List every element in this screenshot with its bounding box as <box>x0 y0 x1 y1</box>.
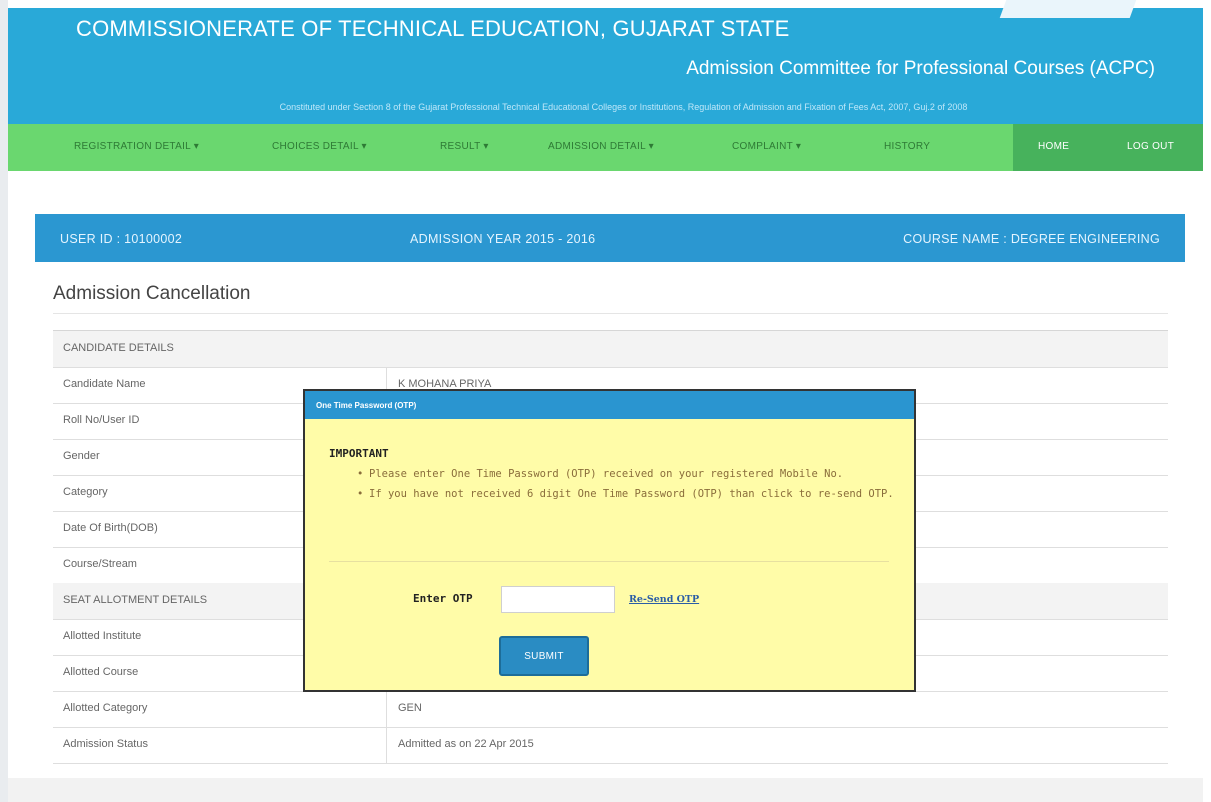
section-label: CANDIDATE DETAILS <box>63 342 174 354</box>
row-value: Admitted as on 22 Apr 2015 <box>398 738 534 750</box>
page-bottom-area <box>8 778 1203 802</box>
nav-history[interactable]: HISTORY <box>884 141 930 152</box>
site-subtitle: Admission Committee for Professional Cou… <box>686 58 1155 79</box>
row-label: Candidate Name <box>63 378 146 390</box>
row-label: Category <box>63 486 108 498</box>
page-left-edge <box>0 0 8 802</box>
row-label: Gender <box>63 450 100 462</box>
submit-button[interactable]: SUBMIT <box>499 636 589 676</box>
user-id: USER ID : 10100002 <box>60 232 183 246</box>
title-divider <box>53 313 1168 314</box>
dialog-title: One Time Password (OTP) <box>316 401 417 410</box>
nav-admission-detail[interactable]: ADMISSION DETAIL ▾ <box>548 141 654 152</box>
resend-otp-link[interactable]: Re-Send OTP <box>629 594 699 605</box>
details-table: CANDIDATE DETAILS Candidate Name K MOHAN… <box>53 330 1168 764</box>
act-description: Constituted under Section 8 of the Gujar… <box>279 102 968 112</box>
important-heading: IMPORTANT <box>329 447 389 460</box>
section-label: SEAT ALLOTMENT DETAILS <box>63 594 208 606</box>
dialog-divider <box>329 561 889 562</box>
site-title: COMMISSIONERATE OF TECHNICAL EDUCATION, … <box>76 16 790 41</box>
nav-right-group: HOME LOG OUT <box>1013 124 1203 171</box>
otp-dialog: One Time Password (OTP) IMPORTANT Please… <box>303 389 916 692</box>
table-row: Admission Status Admitted as on 22 Apr 2… <box>53 727 1168 764</box>
row-label: Allotted Institute <box>63 630 142 642</box>
nav-choices-detail[interactable]: CHOICES DETAIL ▾ <box>272 141 367 152</box>
nav-result[interactable]: RESULT ▾ <box>440 141 489 152</box>
otp-input[interactable] <box>501 586 615 613</box>
section-candidate-details: CANDIDATE DETAILS <box>53 331 1168 368</box>
nav-logout[interactable]: LOG OUT <box>1127 141 1174 152</box>
user-info-bar: USER ID : 10100002 ADMISSION YEAR 2015 -… <box>35 214 1185 262</box>
page-title: Admission Cancellation <box>53 283 251 304</box>
instruction-item: If you have not received 6 digit One Tim… <box>357 485 909 504</box>
dialog-header: One Time Password (OTP) <box>305 391 914 419</box>
main-nav: REGISTRATION DETAIL ▾ CHOICES DETAIL ▾ R… <box>8 124 1203 171</box>
site-header: COMMISSIONERATE OF TECHNICAL EDUCATION, … <box>8 0 1203 124</box>
row-label: Allotted Category <box>63 702 148 714</box>
admission-year: ADMISSION YEAR 2015 - 2016 <box>410 232 596 246</box>
nav-registration-detail[interactable]: REGISTRATION DETAIL ▾ <box>74 141 199 152</box>
otp-label: Enter OTP <box>413 592 473 605</box>
instructions-list: Please enter One Time Password (OTP) rec… <box>357 465 909 505</box>
row-label: Roll No/User ID <box>63 414 140 426</box>
row-label: Admission Status <box>63 738 148 750</box>
nav-home[interactable]: HOME <box>1038 141 1069 152</box>
course-name: COURSE NAME : DEGREE ENGINEERING <box>903 232 1160 246</box>
instruction-item: Please enter One Time Password (OTP) rec… <box>357 465 909 484</box>
nav-complaint[interactable]: COMPLAINT ▾ <box>732 141 801 152</box>
row-value: GEN <box>398 702 422 714</box>
row-label: Course/Stream <box>63 558 137 570</box>
header-corner-decoration <box>999 0 1137 18</box>
table-row: Allotted Category GEN <box>53 691 1168 728</box>
row-label: Allotted Course <box>63 666 139 678</box>
row-label: Date Of Birth(DOB) <box>63 522 158 534</box>
